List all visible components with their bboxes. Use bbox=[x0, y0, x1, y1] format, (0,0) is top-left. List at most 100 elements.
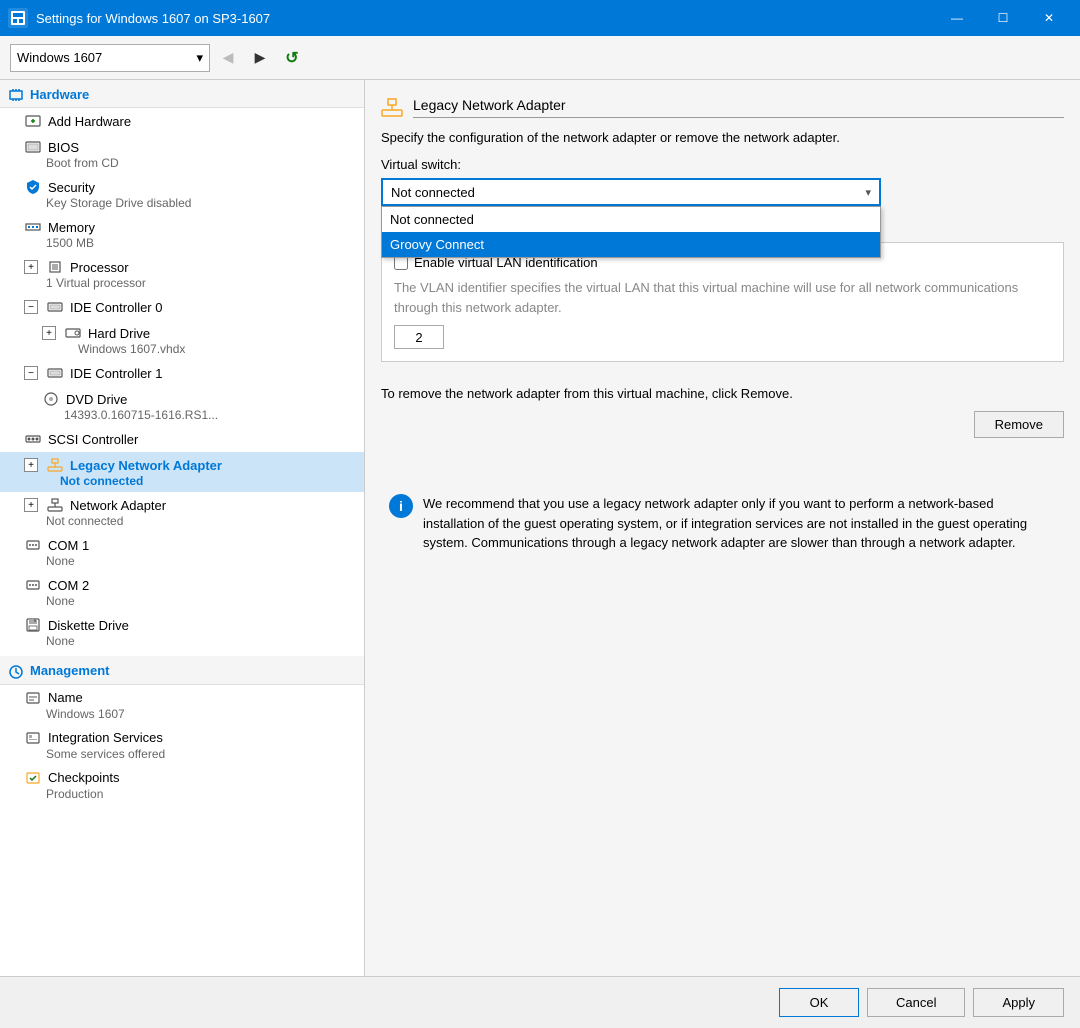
hdd-expand[interactable]: + bbox=[42, 326, 56, 340]
sidebar-item-diskette[interactable]: Diskette Drive None bbox=[0, 612, 364, 652]
security-sub: Key Storage Drive disabled bbox=[24, 196, 356, 210]
management-icon bbox=[8, 662, 24, 679]
sidebar-item-checkpoints[interactable]: Checkpoints Production bbox=[0, 765, 364, 805]
bios-icon bbox=[24, 138, 42, 156]
refresh-button[interactable]: ↺ bbox=[278, 44, 306, 72]
panel-description: Specify the configuration of the network… bbox=[381, 130, 1064, 145]
memory-label: Memory bbox=[48, 220, 95, 235]
vlan-content-box: Enable virtual LAN identification The VL… bbox=[381, 242, 1064, 362]
sidebar-item-ide0[interactable]: − IDE Controller 0 bbox=[0, 294, 364, 320]
dvd-label: DVD Drive bbox=[66, 392, 127, 407]
sidebar-item-com1[interactable]: COM 1 None bbox=[0, 532, 364, 572]
bios-sub: Boot from CD bbox=[24, 156, 356, 170]
bottom-bar: OK Cancel Apply bbox=[0, 976, 1080, 1028]
com1-icon bbox=[24, 536, 42, 554]
remove-button[interactable]: Remove bbox=[974, 411, 1064, 438]
minimize-button[interactable]: — bbox=[934, 0, 980, 36]
cancel-button[interactable]: Cancel bbox=[867, 988, 965, 1017]
hdd-icon bbox=[64, 324, 82, 342]
network-expand[interactable]: + bbox=[24, 498, 38, 512]
network-icon bbox=[46, 496, 64, 514]
hardware-icon bbox=[8, 86, 24, 103]
hdd-label: Hard Drive bbox=[88, 326, 150, 341]
processor-icon bbox=[46, 258, 64, 276]
sidebar-item-add-hardware[interactable]: Add Hardware bbox=[0, 108, 364, 134]
network-label: Network Adapter bbox=[70, 498, 166, 513]
network-sub: Not connected bbox=[24, 514, 356, 528]
dropdown-selected-value: Not connected bbox=[391, 185, 475, 200]
com2-label: COM 2 bbox=[48, 578, 89, 593]
integration-icon bbox=[24, 729, 42, 747]
checkpoints-sub: Production bbox=[24, 787, 356, 801]
ide1-icon bbox=[46, 364, 64, 382]
window-controls: — ☐ ✕ bbox=[934, 0, 1072, 36]
add-hardware-icon bbox=[24, 112, 42, 130]
sidebar-item-memory[interactable]: Memory 1500 MB bbox=[0, 214, 364, 254]
sidebar-item-integration[interactable]: Integration Services Some services offer… bbox=[0, 725, 364, 765]
com2-icon bbox=[24, 576, 42, 594]
scsi-icon bbox=[24, 430, 42, 448]
hardware-label: Hardware bbox=[30, 87, 89, 102]
vm-selector[interactable]: Windows 1607 ▾ bbox=[10, 44, 210, 72]
content-area: Hardware Add Hardware BIOS bbox=[0, 80, 1080, 976]
dropdown-arrow-icon: ▾ bbox=[865, 186, 871, 199]
vlan-id-input[interactable] bbox=[394, 325, 444, 349]
sidebar-item-ide1[interactable]: − IDE Controller 1 bbox=[0, 360, 364, 386]
virtual-switch-dropdown[interactable]: Not connected ▾ bbox=[381, 178, 881, 206]
ide0-label: IDE Controller 0 bbox=[70, 300, 162, 315]
diskette-sub: None bbox=[24, 634, 356, 648]
integration-label: Integration Services bbox=[48, 730, 163, 745]
panel-title: Legacy Network Adapter bbox=[413, 97, 1064, 118]
sidebar-item-com2[interactable]: COM 2 None bbox=[0, 572, 364, 612]
ok-button[interactable]: OK bbox=[779, 988, 859, 1017]
integration-sub: Some services offered bbox=[24, 747, 356, 761]
sidebar-item-hard-drive[interactable]: + Hard Drive Windows 1607.vhdx bbox=[0, 320, 364, 360]
dropdown-option-groovy-connect[interactable]: Groovy Connect bbox=[382, 232, 880, 257]
scsi-label: SCSI Controller bbox=[48, 432, 138, 447]
hdd-sub: Windows 1607.vhdx bbox=[42, 342, 356, 356]
dropdown-option-not-connected[interactable]: Not connected bbox=[382, 207, 880, 232]
remove-description: To remove the network adapter from this … bbox=[381, 386, 1064, 401]
processor-expand[interactable]: + bbox=[24, 260, 38, 274]
legacy-network-sub: Not connected bbox=[24, 474, 356, 488]
memory-icon bbox=[24, 218, 42, 236]
dropdown-list: Not connected Groovy Connect bbox=[381, 206, 881, 258]
sidebar-item-security[interactable]: Security Key Storage Drive disabled bbox=[0, 174, 364, 214]
info-icon: i bbox=[389, 494, 413, 518]
close-button[interactable]: ✕ bbox=[1026, 0, 1072, 36]
sidebar-item-scsi[interactable]: SCSI Controller bbox=[0, 426, 364, 452]
back-button[interactable]: ◀ bbox=[214, 44, 242, 72]
maximize-button[interactable]: ☐ bbox=[980, 0, 1026, 36]
window-title: Settings for Windows 1607 on SP3-1607 bbox=[36, 11, 934, 26]
toolbar: Windows 1607 ▾ ◀ ▶ ↺ bbox=[0, 36, 1080, 80]
sidebar-item-network[interactable]: + Network Adapter Not connected bbox=[0, 492, 364, 532]
sidebar-item-legacy-network[interactable]: + Legacy Network Adapter Not connected bbox=[0, 452, 364, 492]
com2-sub: None bbox=[24, 594, 356, 608]
management-section-header: Management bbox=[0, 656, 364, 684]
checkpoints-label: Checkpoints bbox=[48, 770, 120, 785]
name-label: Name bbox=[48, 690, 83, 705]
memory-sub: 1500 MB bbox=[24, 236, 356, 250]
vm-dropdown-arrow: ▾ bbox=[196, 50, 203, 66]
name-icon bbox=[24, 689, 42, 707]
security-label: Security bbox=[48, 180, 95, 195]
checkpoints-icon bbox=[24, 769, 42, 787]
ide1-expand[interactable]: − bbox=[24, 366, 38, 380]
diskette-icon bbox=[24, 616, 42, 634]
diskette-label: Diskette Drive bbox=[48, 618, 129, 633]
legacy-network-label: Legacy Network Adapter bbox=[70, 458, 222, 473]
virtual-switch-label: Virtual switch: bbox=[381, 157, 1064, 172]
vlan-description: The VLAN identifier specifies the virtua… bbox=[394, 278, 1051, 317]
sidebar-item-bios[interactable]: BIOS Boot from CD bbox=[0, 134, 364, 174]
sidebar-item-dvd-drive[interactable]: DVD Drive 14393.0.160715-1616.RS1... bbox=[0, 386, 364, 426]
com1-sub: None bbox=[24, 554, 356, 568]
apply-button[interactable]: Apply bbox=[973, 988, 1064, 1017]
security-icon bbox=[24, 178, 42, 196]
legacy-net-expand[interactable]: + bbox=[24, 458, 38, 472]
ide0-expand[interactable]: − bbox=[24, 300, 38, 314]
sidebar: Hardware Add Hardware BIOS bbox=[0, 80, 365, 976]
virtual-switch-dropdown-wrapper: Not connected ▾ Not connected Groovy Con… bbox=[381, 178, 881, 206]
sidebar-item-processor[interactable]: + Processor 1 Virtual processor bbox=[0, 254, 364, 294]
forward-button[interactable]: ▶ bbox=[246, 44, 274, 72]
sidebar-item-name[interactable]: Name Windows 1607 bbox=[0, 685, 364, 725]
